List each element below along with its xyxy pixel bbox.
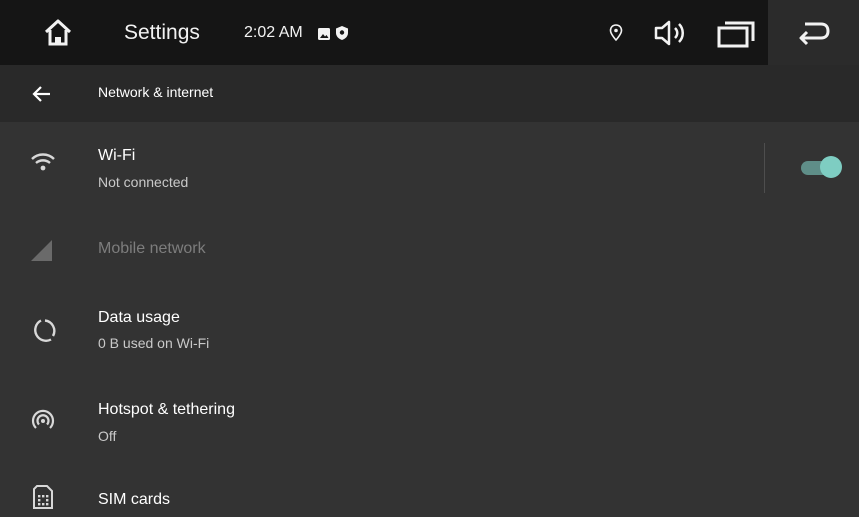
settings-item-hotspot[interactable]: Hotspot & tethering Off: [0, 374, 859, 464]
status-bar: Settings 2:02 AM: [0, 0, 859, 65]
settings-item-summary: 0 B used on Wi-Fi: [98, 335, 210, 351]
settings-item-title: Wi-Fi: [98, 147, 136, 164]
recents-icon[interactable]: [716, 19, 756, 49]
app-title: Settings: [124, 21, 200, 44]
wifi-icon: [28, 148, 58, 178]
location-icon: [609, 24, 623, 42]
settings-item-title: Data usage: [98, 309, 180, 326]
settings-item-summary: Not connected: [98, 174, 189, 190]
divider: [764, 143, 765, 193]
toggle-thumb: [820, 156, 842, 178]
settings-item-title: Mobile network: [98, 240, 206, 257]
settings-item-data-usage[interactable]: Data usage 0 B used on Wi-Fi: [0, 288, 859, 374]
settings-item-summary: Off: [98, 428, 117, 444]
settings-item-mobile-network: Mobile network: [0, 208, 859, 288]
app-bar: Network & internet: [0, 65, 859, 122]
settings-item-wifi[interactable]: Wi-Fi Not connected: [0, 122, 859, 208]
hotspot-icon: [28, 406, 58, 436]
volume-icon[interactable]: [652, 17, 688, 49]
shield-notification-icon: [336, 26, 348, 40]
settings-item-title: SIM cards: [98, 491, 171, 508]
settings-item-sim-cards[interactable]: SIM cards: [0, 464, 859, 509]
back-icon: [799, 22, 830, 46]
data-usage-icon: [28, 316, 58, 346]
home-icon[interactable]: [42, 17, 74, 49]
system-back-button[interactable]: [768, 0, 859, 65]
arrow-left-icon: [32, 86, 50, 102]
navigate-up-button[interactable]: [30, 82, 54, 106]
settings-item-title: Hotspot & tethering: [98, 401, 235, 418]
clock: 2:02 AM: [244, 24, 303, 41]
image-notification-icon: [318, 27, 330, 40]
page-title: Network & internet: [98, 84, 214, 100]
cellular-signal-icon: [28, 234, 58, 264]
wifi-toggle[interactable]: [799, 156, 845, 178]
